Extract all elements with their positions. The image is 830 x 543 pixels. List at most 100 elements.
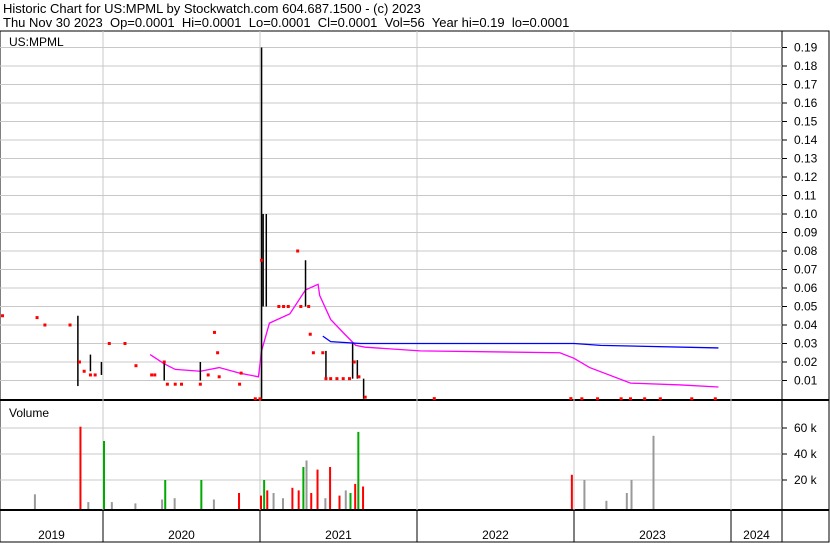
close-price-point: [580, 397, 584, 401]
year-label: 2021: [325, 528, 352, 542]
volume-bar: [110, 502, 113, 509]
price-tick-label: 0.08: [794, 244, 818, 258]
volume-tick-label: 40 k: [794, 447, 818, 461]
close-price-point: [206, 373, 210, 377]
close-price-point: [162, 360, 166, 364]
close-price-point: [35, 316, 39, 320]
close-price-point: [180, 382, 183, 386]
volume-bar: [357, 431, 360, 509]
price-tick-label: 0.07: [794, 263, 818, 277]
close-price-point: [107, 342, 111, 345]
volume-bar: [87, 502, 90, 509]
price-tick-label: 0.12: [794, 170, 818, 184]
close-price-point: [238, 382, 242, 386]
volume-bar: [362, 486, 365, 509]
close-price-point: [212, 330, 216, 334]
volume-bar: [212, 499, 215, 509]
close-price-point: [658, 397, 662, 401]
volume-bar: [324, 498, 327, 509]
volume-bar: [338, 495, 341, 509]
close-price-point: [165, 382, 169, 386]
close-price-point: [308, 332, 312, 336]
price-tick-label: 0.15: [794, 115, 818, 129]
volume-bar: [291, 487, 294, 509]
volume-bar: [238, 493, 241, 509]
close-price-point: [690, 397, 694, 401]
volume-bar: [625, 493, 628, 509]
price-tick-label: 0.03: [794, 337, 818, 351]
close-price-point: [82, 369, 86, 373]
close-price-point: [282, 305, 286, 308]
price-tick-label: 0.05: [794, 300, 818, 314]
close-price-point: [239, 371, 243, 375]
close-price-point: [713, 397, 717, 401]
close-price-point: [347, 377, 351, 381]
moving-average-line: [149, 283, 719, 388]
price-tick-label: 0.19: [794, 41, 818, 55]
year-label: 2023: [639, 528, 666, 542]
close-price-point: [260, 258, 264, 262]
close-price-point: [296, 249, 300, 253]
price-tick-label: 0.13: [794, 152, 818, 166]
volume-bar: [103, 441, 105, 509]
volume-panel-title: Volume: [9, 406, 49, 420]
price-panel-title: US:MPML: [9, 35, 64, 49]
volume-bar: [605, 500, 608, 509]
volume-tick-label: 20 k: [794, 473, 818, 487]
close-price-point: [216, 351, 220, 355]
volume-bar: [349, 493, 352, 509]
close-price-point: [88, 373, 92, 377]
volume-bar: [173, 498, 176, 509]
stock-chart: 0.19 0.18 0.17 0.16 0.15 0.14 0.13 0.12 0.11 0.10…: [0, 30, 830, 543]
close-price-point: [217, 375, 221, 379]
price-tick-label: 0.14: [794, 133, 818, 147]
close-price-point: [363, 395, 367, 399]
close-price-point: [134, 364, 138, 368]
close-price-point: [93, 373, 97, 377]
price-tick-label: 0.02: [794, 355, 818, 369]
close-price-point: [307, 305, 311, 308]
chart-frame: [0, 30, 830, 543]
volume-bar: [161, 499, 164, 509]
volume-bar: [329, 467, 332, 509]
volume-bar: [652, 435, 655, 509]
close-price-point: [352, 360, 356, 364]
close-price-point: [569, 397, 573, 401]
close-price-point: [123, 342, 127, 345]
close-price-point: [311, 351, 315, 355]
close-price-point: [277, 305, 281, 308]
close-price-point: [258, 397, 262, 401]
price-tick-label: 0.16: [794, 96, 818, 110]
close-price-point: [629, 397, 633, 401]
close-price-point: [77, 360, 81, 364]
volume-bar: [302, 467, 305, 509]
moving-average-line: [322, 335, 719, 349]
close-price-point: [153, 373, 157, 377]
volume-bar: [200, 480, 203, 509]
close-price-point: [198, 382, 202, 386]
close-price-point: [1, 314, 5, 318]
volume-bar: [266, 490, 269, 509]
volume-bar: [281, 498, 284, 509]
price-tick-label: 0.18: [794, 59, 818, 73]
volume-tick-label: 60 k: [794, 421, 818, 435]
volume-bar: [630, 480, 633, 509]
volume-bar: [316, 469, 319, 509]
price-tick-label: 0.17: [794, 78, 818, 92]
price-tick-label: 0.11: [794, 189, 817, 203]
year-label: 2022: [482, 528, 509, 542]
close-price-point: [173, 382, 177, 386]
volume-bar: [33, 494, 36, 509]
volume-bar: [297, 490, 300, 509]
volume-bar: [134, 503, 137, 509]
volume-bar: [305, 460, 308, 509]
close-price-point: [150, 373, 154, 377]
close-price-point: [43, 323, 47, 327]
volume-bar: [354, 483, 357, 509]
close-price-point: [299, 305, 303, 308]
volume-bar: [164, 480, 167, 509]
volume-bar: [79, 426, 82, 509]
close-price-point: [432, 397, 436, 401]
price-tick-label: 0.10: [794, 207, 818, 221]
close-price-point: [341, 377, 345, 381]
